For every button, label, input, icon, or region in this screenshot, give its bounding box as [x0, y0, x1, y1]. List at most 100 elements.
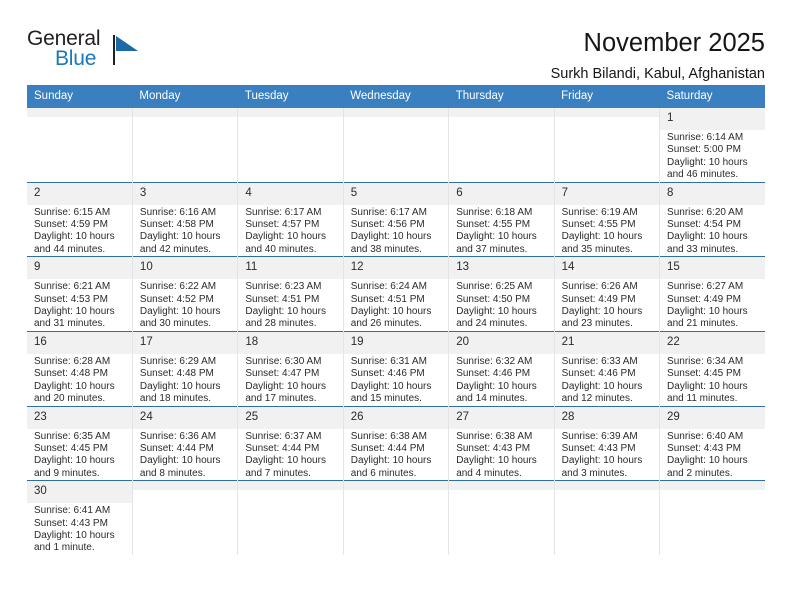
day-number: 24 [132, 406, 238, 429]
calendar-day-cell[interactable]: 21 Sunrise: 6:33 AM Sunset: 4:46 PM Dayligh… [553, 330, 661, 406]
daylight-text-line2: and 11 minutes. [667, 393, 738, 405]
page-header: General Blue November 2025 Surkh Bilandi… [27, 0, 765, 82]
day-number: 11 [238, 257, 343, 280]
calendar-day-cell[interactable]: 22 Sunrise: 6:34 AM Sunset: 4:45 PM Dayligh… [659, 330, 765, 406]
calendar-day-cell-empty [448, 480, 555, 555]
day-number [27, 108, 132, 117]
daylight-text-line1: Daylight: 10 hours [139, 380, 221, 392]
daylight-text-line2: and 2 minutes. [667, 467, 733, 479]
day-number: 4 [238, 182, 343, 205]
daylight-text-line2: and 17 minutes. [245, 393, 317, 405]
daylight-text-line1: Daylight: 10 hours [456, 380, 537, 392]
daylight-text-line1: Daylight: 10 hours [456, 306, 537, 318]
calendar-day-cell[interactable]: 3 Sunrise: 6:16 AM Sunset: 4:58 PM Daylight… [131, 181, 239, 257]
calendar-day-cell[interactable]: 5 Sunrise: 6:17 AM Sunset: 4:56 PM Daylight… [342, 181, 450, 257]
calendar-day-cell[interactable]: 15 Sunrise: 6:27 AM Sunset: 4:49 PM Dayligh… [659, 256, 765, 332]
day-details: Sunrise: 6:15 AM Sunset: 4:59 PM Daylight:… [27, 205, 132, 257]
daylight-text-line2: and 15 minutes. [350, 393, 422, 405]
calendar-day-cell[interactable]: 18 Sunrise: 6:30 AM Sunset: 4:47 PM Dayligh… [237, 330, 344, 406]
calendar-day-cell[interactable]: 14 Sunrise: 6:26 AM Sunset: 4:49 PM Dayligh… [553, 256, 661, 332]
day-number: 2 [27, 182, 132, 205]
sunrise-text: Sunrise: 6:19 AM [561, 206, 638, 218]
brand-logo[interactable]: General Blue [27, 27, 139, 73]
calendar-day-cell[interactable]: 24 Sunrise: 6:36 AM Sunset: 4:44 PM Dayligh… [131, 405, 239, 481]
sunrise-text: Sunrise: 6:28 AM [34, 355, 111, 367]
daylight-text-line2: and 23 minutes. [561, 318, 633, 330]
daylight-text-line1: Daylight: 10 hours [34, 529, 115, 541]
daylight-text-line2: and 1 minute. [34, 542, 95, 554]
sunrise-text: Sunrise: 6:40 AM [667, 430, 744, 442]
daylight-text-line1: Daylight: 10 hours [456, 231, 537, 243]
calendar-day-cell[interactable]: 20 Sunrise: 6:32 AM Sunset: 4:46 PM Dayligh… [448, 330, 555, 406]
page-title: November 2025 [583, 29, 765, 57]
calendar-day-cell[interactable]: 26 Sunrise: 6:38 AM Sunset: 4:44 PM Dayligh… [342, 405, 450, 481]
daylight-text-line1: Daylight: 10 hours [139, 306, 221, 318]
sunrise-text: Sunrise: 6:35 AM [34, 430, 111, 442]
calendar-day-cell[interactable]: 30 Sunrise: 6:41 AM Sunset: 4:43 PM Dayligh… [27, 480, 133, 555]
day-number: 10 [132, 257, 238, 280]
daylight-text-line1: Daylight: 10 hours [667, 380, 748, 392]
calendar-day-cell[interactable]: 10 Sunrise: 6:22 AM Sunset: 4:52 PM Dayligh… [131, 256, 239, 332]
calendar-day-cell[interactable]: 4 Sunrise: 6:17 AM Sunset: 4:57 PM Daylight… [237, 181, 344, 257]
sunrise-sunset-calendar: Sunday Monday Tuesday Wednesday Thursday Frid… [27, 85, 765, 555]
day-details: Sunrise: 6:29 AM Sunset: 4:48 PM Daylight:… [133, 354, 237, 406]
sunrise-text: Sunrise: 6:21 AM [34, 281, 111, 293]
calendar-day-cell[interactable]: 16 Sunrise: 6:28 AM Sunset: 4:48 PM Dayligh… [27, 330, 133, 406]
calendar-day-cell[interactable]: 17 Sunrise: 6:29 AM Sunset: 4:48 PM Dayligh… [131, 330, 239, 406]
calendar-day-cell-empty [342, 108, 450, 183]
daylight-text-line2: and 12 minutes. [561, 393, 633, 405]
calendar-day-cell[interactable]: 7 Sunrise: 6:19 AM Sunset: 4:55 PM Daylight… [553, 181, 661, 257]
calendar-day-cell[interactable]: 12 Sunrise: 6:24 AM Sunset: 4:51 PM Dayligh… [342, 256, 450, 332]
calendar-day-cell[interactable]: 19 Sunrise: 6:31 AM Sunset: 4:46 PM Dayligh… [342, 330, 450, 406]
sunrise-text: Sunrise: 6:18 AM [456, 206, 533, 218]
day-details: Sunrise: 6:41 AM Sunset: 4:43 PM Daylight:… [27, 503, 132, 555]
day-number [449, 108, 554, 117]
sunset-text: Sunset: 4:48 PM [34, 368, 108, 380]
day-details: Sunrise: 6:39 AM Sunset: 4:43 PM Daylight:… [555, 429, 659, 481]
day-details: Sunrise: 6:31 AM Sunset: 4:46 PM Daylight:… [344, 354, 448, 406]
calendar-day-cell[interactable]: 27 Sunrise: 6:38 AM Sunset: 4:43 PM Dayligh… [448, 405, 555, 481]
day-number: 9 [27, 257, 132, 280]
calendar-day-cell[interactable]: 23 Sunrise: 6:35 AM Sunset: 4:45 PM Dayligh… [27, 405, 133, 481]
sunrise-text: Sunrise: 6:30 AM [245, 355, 322, 367]
calendar-day-cell[interactable]: 1 Sunrise: 6:14 AM Sunset: 5:00 PM Daylight… [659, 108, 765, 183]
sunset-text: Sunset: 4:47 PM [245, 368, 320, 380]
sunset-text: Sunset: 4:58 PM [139, 219, 214, 231]
calendar-day-cell[interactable]: 13 Sunrise: 6:25 AM Sunset: 4:50 PM Dayligh… [448, 256, 555, 332]
day-details: Sunrise: 6:23 AM Sunset: 4:51 PM Daylight:… [238, 279, 342, 331]
daylight-text-line2: and 35 minutes. [561, 243, 633, 255]
daylight-text-line1: Daylight: 10 hours [34, 231, 115, 243]
day-number: 12 [343, 257, 449, 280]
weekday-header-wednesday: Wednesday [343, 85, 449, 108]
calendar-day-cell[interactable]: 9 Sunrise: 6:21 AM Sunset: 4:53 PM Daylight… [27, 256, 133, 332]
daylight-text-line1: Daylight: 10 hours [34, 306, 115, 318]
daylight-text-line2: and 31 minutes. [34, 318, 106, 330]
calendar-day-cell[interactable]: 11 Sunrise: 6:23 AM Sunset: 4:51 PM Dayligh… [237, 256, 344, 332]
calendar-day-cell-empty [553, 108, 661, 183]
sunrise-text: Sunrise: 6:26 AM [561, 281, 638, 293]
daylight-text-line1: Daylight: 10 hours [667, 231, 748, 243]
day-details: Sunrise: 6:26 AM Sunset: 4:49 PM Daylight:… [555, 279, 659, 331]
sunset-text: Sunset: 4:43 PM [34, 517, 108, 529]
sunrise-text: Sunrise: 6:15 AM [34, 206, 111, 218]
calendar-day-cell[interactable]: 6 Sunrise: 6:18 AM Sunset: 4:55 PM Daylight… [448, 181, 555, 257]
calendar-day-cell[interactable]: 25 Sunrise: 6:37 AM Sunset: 4:44 PM Dayligh… [237, 405, 344, 481]
calendar-day-cell[interactable]: 29 Sunrise: 6:40 AM Sunset: 4:43 PM Dayligh… [659, 405, 765, 481]
daylight-text-line1: Daylight: 10 hours [34, 380, 115, 392]
daylight-text-line1: Daylight: 10 hours [350, 231, 432, 243]
day-number: 14 [554, 257, 660, 280]
calendar-day-cell[interactable]: 28 Sunrise: 6:39 AM Sunset: 4:43 PM Dayligh… [553, 405, 661, 481]
sunset-text: Sunset: 4:46 PM [350, 368, 425, 380]
daylight-text-line2: and 38 minutes. [350, 243, 422, 255]
calendar-week-row: 16 Sunrise: 6:28 AM Sunset: 4:48 PM Dayligh… [27, 330, 765, 406]
calendar-day-cell[interactable]: 2 Sunrise: 6:15 AM Sunset: 4:59 PM Daylight… [27, 181, 133, 257]
calendar-day-cell[interactable]: 8 Sunrise: 6:20 AM Sunset: 4:54 PM Daylight… [659, 181, 765, 257]
daylight-text-line1: Daylight: 10 hours [139, 231, 221, 243]
day-details: Sunrise: 6:34 AM Sunset: 4:45 PM Daylight:… [660, 354, 765, 406]
day-details: Sunrise: 6:27 AM Sunset: 4:49 PM Daylight:… [660, 279, 765, 331]
day-number: 19 [343, 331, 449, 354]
sunset-text: Sunset: 5:00 PM [667, 144, 741, 156]
sunrise-text: Sunrise: 6:29 AM [139, 355, 217, 367]
sunset-text: Sunset: 4:55 PM [561, 219, 636, 231]
daylight-text-line2: and 3 minutes. [561, 467, 628, 479]
